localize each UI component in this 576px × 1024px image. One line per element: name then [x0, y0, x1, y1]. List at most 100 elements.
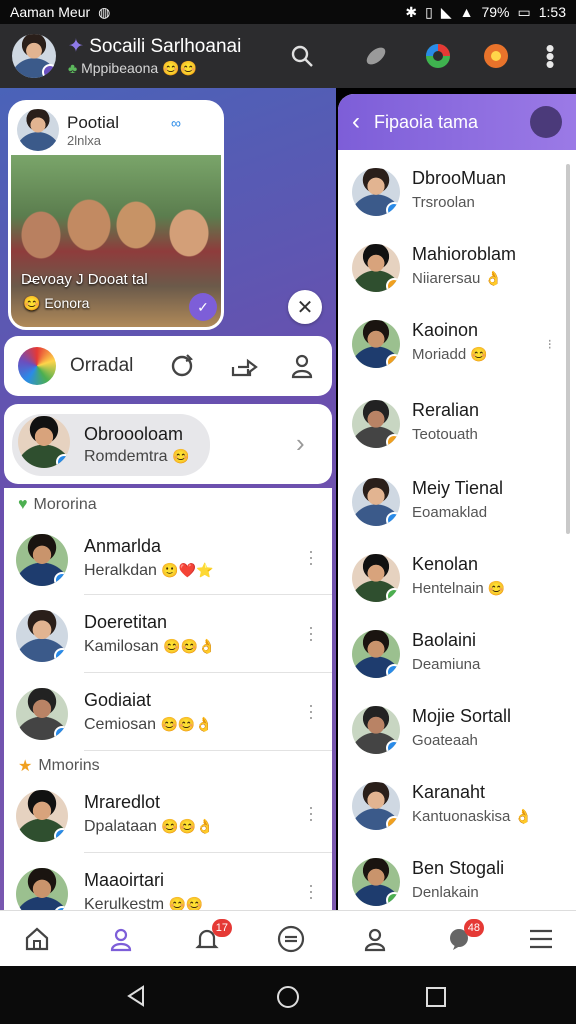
close-button[interactable]: ✕ [288, 290, 322, 324]
contact-name: Godiaiat [84, 690, 152, 710]
more-options-icon[interactable]: · · · [308, 542, 314, 572]
contact-status: Kamilosan 😊😊👌 [84, 638, 216, 655]
app-header: ✦ Socaili Sarlhoanai ♣ Mppibeaona 😊😊 • • • [0, 24, 576, 88]
contact-status: Kantuonaskisa 👌 [412, 808, 533, 825]
divider [84, 852, 332, 853]
profile-icon[interactable] [104, 923, 138, 955]
contact-status: Heralkdan 🙂❤️⭐ [84, 562, 214, 579]
story-card[interactable]: Pootial 2lnlxa ∞ D̶evoay J Dooat tal 😊 E… [8, 100, 224, 330]
panel-avatar[interactable] [530, 106, 562, 138]
signal-icon: ▲ [459, 4, 474, 20]
bell-icon[interactable]: 17 [190, 919, 232, 955]
list-item[interactable]: DbrooMuan Trsroolan [338, 154, 576, 230]
story-name: Pootial [67, 113, 119, 132]
action-bar: Orradal [4, 336, 332, 396]
avatar [352, 320, 400, 368]
list-item[interactable]: Ben Stogali Denlakain [338, 844, 576, 910]
more-options-icon[interactable]: ⁝ [548, 336, 552, 353]
back-icon[interactable] [124, 984, 148, 1013]
panel-header: ‹ Fipaoia tama [338, 94, 576, 150]
refresh-icon[interactable] [166, 350, 198, 382]
contact-name: Kaoinon [412, 320, 479, 340]
status-bar: Aaman Meur ◍ ✱ ▯ ◣ ▲ 79% ▭ 1:53 [0, 0, 576, 24]
camera-icon[interactable] [422, 40, 454, 72]
avatar [352, 706, 400, 754]
contact-name: Reralian [412, 400, 480, 420]
list-item[interactable]: Mojie Sortall Goateaah [338, 692, 576, 768]
chat-icon[interactable]: 48 [442, 919, 484, 955]
sparkle-icon: ✦ [68, 36, 84, 57]
list-item[interactable]: Meiy Tienal Eoamaklad [338, 464, 576, 540]
battery-icon: ▭ [517, 3, 531, 20]
story-meta: 2lnlxa [67, 133, 101, 148]
share-icon[interactable] [228, 350, 260, 382]
profile-avatar [18, 416, 70, 468]
contact-name: DbrooMuan [412, 168, 507, 188]
list-item[interactable]: Baolaini Deamiuna [338, 616, 576, 692]
more-options-icon[interactable]: · · · [308, 618, 314, 648]
contact-status: Trsroolan [412, 194, 475, 211]
list-item[interactable]: Kenolan Hentelnain 😊 [338, 540, 576, 616]
avatar [352, 244, 400, 292]
account-icon[interactable] [358, 923, 392, 955]
composer-avatar[interactable] [18, 347, 56, 385]
list-item[interactable]: Mraredlot Dpalataan 😊😊👌 · · · [4, 776, 332, 854]
profile-card[interactable]: Obroooloam Romdemtra 😊 › [4, 404, 332, 484]
contact-status: Kerulkestm 😊😊 [84, 896, 204, 910]
list-item[interactable]: Godiaiat Cemiosan 😊😊👌 · · · [4, 674, 332, 752]
contact-name: Maaoirtari [84, 870, 165, 890]
list-item[interactable]: Reralian Teotouath [338, 386, 576, 462]
contact-status: Moriadd 😊 [412, 346, 488, 363]
section-header: ★ Mmorins [18, 757, 100, 775]
bluetooth-icon: ✱ [405, 3, 418, 20]
contact-name: Doeretitan [84, 612, 168, 632]
play-button[interactable]: ✓ [189, 293, 217, 321]
recents-icon[interactable] [425, 986, 447, 1013]
contact-name: Meiy Tienal [412, 478, 504, 498]
compose-icon[interactable] [274, 923, 308, 955]
notification-badge: 17 [211, 919, 232, 937]
contact-name: Ben Stogali [412, 858, 505, 878]
heart-icon: ♥ [18, 496, 28, 513]
home-button-icon[interactable] [275, 984, 301, 1015]
contact-name: Mahioroblam [412, 244, 517, 264]
avatar [352, 400, 400, 448]
home-icon[interactable] [20, 923, 54, 955]
contact-name: Karanaht [412, 782, 486, 802]
link-icon[interactable]: ∞ [171, 115, 181, 131]
back-arrow-icon[interactable]: ‹ [352, 108, 360, 136]
contact-status: Teotouath [412, 426, 478, 443]
divider [84, 750, 332, 751]
composer-label[interactable]: Orradal [70, 355, 133, 377]
location-icon[interactable] [480, 40, 512, 72]
contact-name: Mraredlot [84, 792, 161, 812]
more-options-icon[interactable]: · · · [308, 696, 314, 726]
contact-name: Anmarlda [84, 536, 162, 556]
more-menu-icon[interactable]: • • • [534, 35, 566, 77]
more-options-icon[interactable]: · · · [308, 798, 314, 828]
people-icon[interactable] [286, 350, 318, 382]
story-chip: 😊 Eonora [23, 295, 90, 311]
user-avatar[interactable] [12, 34, 56, 78]
list-item[interactable]: Maaoirtari Kerulkestm 😊😊 · · · [4, 854, 332, 910]
list-item[interactable]: Doeretitan Kamilosan 😊😊👌 · · · [4, 596, 332, 674]
avatar [16, 688, 68, 740]
contact-name: Mojie Sortall [412, 706, 512, 726]
search-icon[interactable] [286, 40, 318, 72]
list-item[interactable]: Mahioroblam Niiarersau 👌 [338, 230, 576, 306]
contact-status: Goateaah [412, 732, 478, 749]
star-icon: ★ [18, 758, 33, 775]
bottom-navigation: 17 48 [0, 910, 576, 966]
contacts-panel: ‹ Fipaoia tama DbrooMuan Trsroolan Mahio… [338, 94, 576, 910]
chevron-right-icon[interactable]: › [296, 428, 305, 459]
more-options-icon[interactable]: · · · [308, 876, 314, 906]
list-item[interactable]: Kaoinon Moriadd 😊 ⁝ [338, 306, 576, 382]
vibrate-icon: ▯ [425, 3, 433, 20]
feather-icon[interactable] [360, 40, 392, 72]
contact-name: Baolaini [412, 630, 477, 650]
list-item[interactable]: Anmarlda Heralkdan 🙂❤️⭐ · · · [4, 520, 332, 598]
list-item[interactable]: Karanaht Kantuonaskisa 👌 [338, 768, 576, 844]
profile-name: Obroooloam [84, 424, 184, 444]
contact-status: Denlakain [412, 884, 479, 901]
menu-icon[interactable] [524, 923, 558, 955]
